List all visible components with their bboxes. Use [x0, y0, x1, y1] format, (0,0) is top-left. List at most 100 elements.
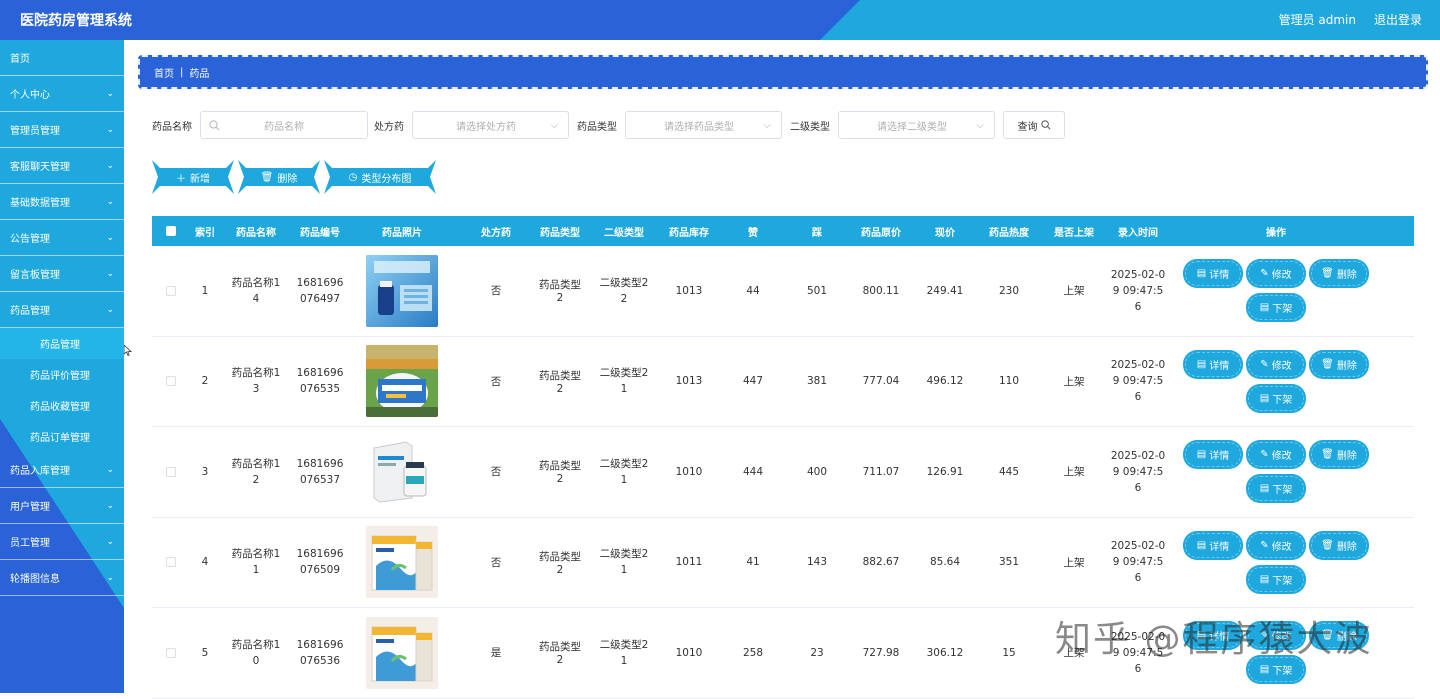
drug-photo[interactable] [366, 254, 438, 327]
delete-icon: 🗑 [1321, 358, 1334, 370]
drug-photo[interactable] [366, 616, 438, 689]
breadcrumb-home[interactable]: 首页 [154, 65, 174, 80]
type-distribution-button[interactable]: ◷ 类型分布图 [324, 160, 436, 194]
delete-icon: 🗑 [1321, 268, 1334, 280]
row-checkbox[interactable] [166, 466, 176, 477]
code-cell: 1681696076536 [292, 637, 348, 669]
type-cell: 药品类型2 [539, 460, 581, 486]
delete-button[interactable]: 🗑 删除 [238, 160, 320, 194]
up-cell: 258 [742, 646, 764, 659]
add-button[interactable]: ＋ 新增 [152, 160, 234, 194]
offshelf-button[interactable]: ▤ 下架 [1248, 385, 1304, 411]
sidebar-item-label: 公告管理 [10, 234, 50, 245]
edit-button[interactable]: ✎ 修改 [1248, 442, 1304, 468]
sidebar-item-label: 首页 [10, 54, 30, 65]
column-header: 录入时间 [1118, 227, 1158, 239]
sidebar-item[interactable]: 药品管理 ⌄ [0, 292, 124, 328]
detail-button[interactable]: ▤ 详情 [1185, 351, 1241, 377]
subtype-value: 二级类型21 [599, 548, 649, 577]
sidebar-item[interactable]: 用户管理 ⌄ [0, 488, 124, 524]
delete-row-button[interactable]: 🗑 删除 [1311, 261, 1367, 287]
sidebar-subitem[interactable]: 药品订单管理 [0, 421, 124, 452]
code-value: 1681696076536 [296, 638, 344, 667]
name-search-input[interactable]: 药品名称 [200, 111, 368, 139]
code-value: 1681696076497 [296, 276, 344, 305]
sidebar-subitem[interactable]: 药品收藏管理 [0, 390, 124, 421]
row-checkbox[interactable] [166, 285, 176, 296]
offshelf-button[interactable]: ▤ 下架 [1248, 566, 1304, 592]
detail-button[interactable]: ▤ 详情 [1185, 532, 1241, 558]
operations-cell: ▤ 详情 ✎ 修改 🗑 删除 ▤ 下架 [1176, 442, 1376, 502]
admin-user-label[interactable]: 管理员 admin [1279, 11, 1356, 28]
select-all-checkbox[interactable] [166, 226, 176, 236]
query-button[interactable]: 查询 [1003, 111, 1065, 139]
column-header: 赞 [748, 227, 758, 239]
offshelf-button[interactable]: ▤ 下架 [1248, 295, 1304, 321]
sidebar-item[interactable]: 基础数据管理 ⌄ [0, 184, 124, 220]
code-value: 1681696076535 [296, 367, 344, 396]
sidebar-subitem[interactable]: 药品管理 [0, 328, 124, 359]
sidebar-subitem[interactable]: 药品评价管理 [0, 359, 124, 390]
heat-cell: 110 [998, 375, 1020, 388]
offshelf-button[interactable]: ▤ 下架 [1248, 476, 1304, 502]
chevron-down-icon: ⌵ [763, 119, 771, 131]
code-cell: 1681696076537 [292, 456, 348, 488]
search-icon [1040, 120, 1050, 130]
delete-row-button[interactable]: 🗑 删除 [1311, 351, 1367, 377]
shelf-cell: 上架 [1063, 285, 1085, 298]
sidebar-item-label: 员工管理 [10, 538, 50, 549]
column-header: 药品类型 [540, 227, 580, 239]
edit-button[interactable]: ✎ 修改 [1248, 261, 1304, 287]
sidebar-item[interactable]: 客服聊天管理 ⌄ [0, 148, 124, 184]
drug-photo[interactable] [366, 526, 438, 599]
type-select[interactable]: 请选择药品类型 ⌵ [625, 111, 782, 139]
heat-cell: 445 [998, 465, 1020, 478]
row-checkbox[interactable] [166, 376, 176, 387]
sidebar-item[interactable]: 个人中心 ⌄ [0, 76, 124, 112]
detail-icon: ▤ [1196, 539, 1207, 551]
up-cell: 447 [742, 375, 764, 388]
edit-button[interactable]: ✎ 修改 [1248, 351, 1304, 377]
sidebar-item[interactable]: 轮播图信息 ⌄ [0, 560, 124, 596]
subtype-cell: 二级类型21 [584, 365, 664, 397]
delete-row-button[interactable]: 🗑 删除 [1311, 532, 1367, 558]
column-header: 是否上架 [1054, 227, 1094, 239]
rx-select[interactable]: 请选择处方药 ⌵ [412, 111, 569, 139]
delete-button-label: 删除 [277, 173, 298, 185]
sidebar-item[interactable]: 公告管理 ⌄ [0, 220, 124, 256]
drug-photo[interactable] [366, 435, 438, 508]
row-checkbox[interactable] [166, 557, 176, 568]
sidebar-item[interactable]: 员工管理 ⌄ [0, 524, 124, 560]
delete-row-button-label: 删除 [1336, 541, 1357, 553]
sidebar-item[interactable]: 留言板管理 ⌄ [0, 256, 124, 292]
time-value: 2025-02-09 09:47:56 [1110, 268, 1166, 313]
sidebar-item[interactable]: 首页 [0, 40, 124, 76]
sidebar: 首页 个人中心 ⌄ 管理员管理 ⌄ 客服聊天管理 ⌄ 基础数据管理 ⌄ 公告管理 ⌄ 留言板管理 ⌄ 药品… [0, 40, 124, 693]
type-distribution-label: 类型分布图 [361, 173, 412, 185]
delete-row-button[interactable]: 🗑 删除 [1311, 442, 1367, 468]
edit-button[interactable]: ✎ 修改 [1248, 532, 1304, 558]
subtype-select[interactable]: 请选择二级类型 ⌵ [838, 111, 995, 139]
price-cell: 249.41 [926, 284, 964, 297]
name-value: 药品名称11 [231, 548, 281, 577]
column-header: 现价 [935, 227, 955, 239]
sidebar-item[interactable]: 管理员管理 ⌄ [0, 112, 124, 148]
name-cell: 药品名称13 [220, 365, 292, 397]
search-icon [209, 119, 220, 130]
logout-link[interactable]: 退出登录 [1374, 11, 1422, 28]
detail-button[interactable]: ▤ 详情 [1185, 442, 1241, 468]
column-header: 二级类型 [604, 227, 644, 239]
offshelf-button-label: 下架 [1272, 666, 1293, 678]
offshelf-button-label: 下架 [1272, 304, 1293, 316]
mouse-cursor-icon [124, 345, 132, 356]
stock-cell: 1013 [675, 375, 703, 388]
sidebar-item-label: 管理员管理 [10, 126, 60, 137]
offshelf-icon: ▤ [1259, 664, 1270, 676]
row-checkbox[interactable] [166, 647, 176, 658]
sidebar-item[interactable]: 药品入库管理 ⌄ [0, 452, 124, 488]
heat-cell: 351 [998, 556, 1020, 569]
trash-icon: 🗑 [260, 171, 274, 183]
drug-photo[interactable] [366, 345, 438, 418]
detail-button[interactable]: ▤ 详情 [1185, 261, 1241, 287]
stock-cell: 1013 [675, 284, 703, 297]
